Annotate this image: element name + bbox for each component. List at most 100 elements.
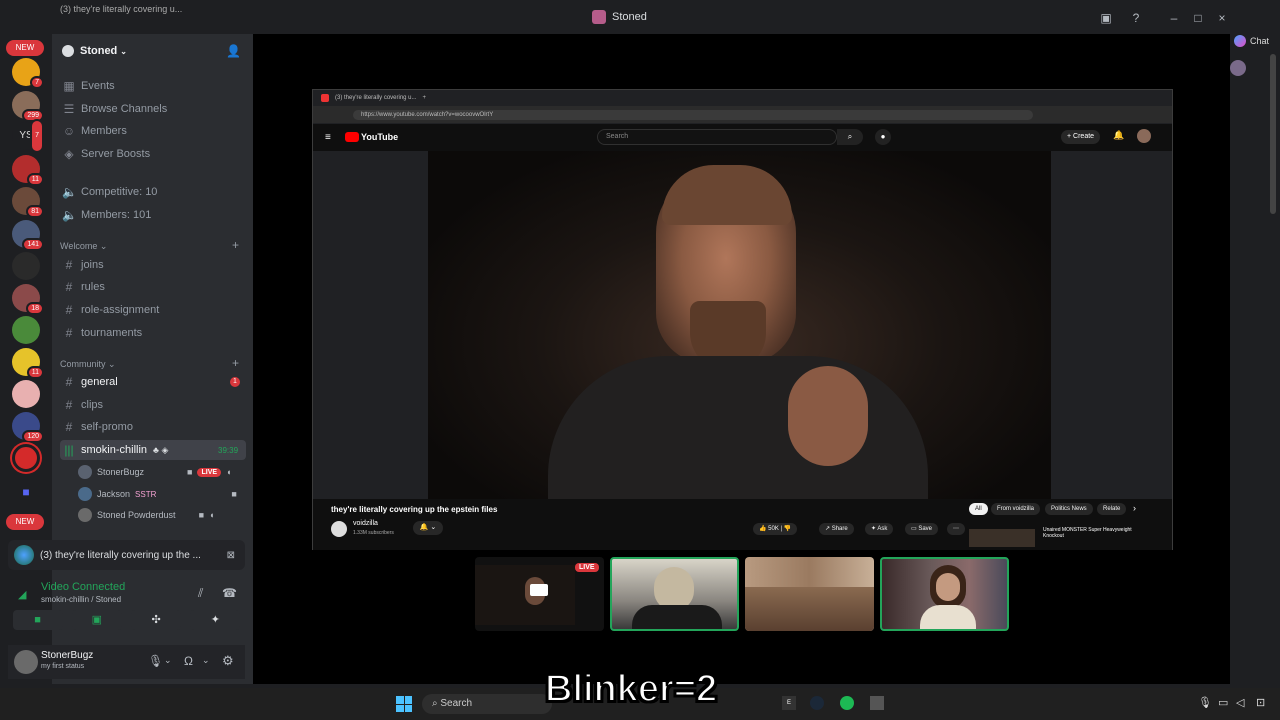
camera-icon: ■: [187, 467, 193, 477]
participant-tile[interactable]: [610, 557, 739, 631]
server-icon[interactable]: 18: [12, 284, 44, 315]
help-icon[interactable]: ?: [1128, 10, 1144, 26]
channel-joins[interactable]: # joins: [60, 255, 246, 275]
chevron-down-icon[interactable]: ⌄: [164, 655, 172, 666]
channel-tournaments[interactable]: # tournaments: [60, 323, 246, 343]
channel-name: voidzilla: [353, 520, 378, 527]
voice-status[interactable]: Video Connected: [41, 581, 125, 593]
minimize-button[interactable]: –: [1166, 10, 1182, 26]
custom-status[interactable]: my first status: [41, 663, 84, 670]
avatar[interactable]: [14, 650, 38, 674]
monitor-icon[interactable]: ▭: [1218, 696, 1228, 709]
server-icon[interactable]: [12, 252, 40, 280]
chevron-down-icon: ⌄: [120, 46, 127, 56]
soundboard-button[interactable]: ✦: [190, 610, 241, 630]
category-welcome[interactable]: Welcome ⌄: [60, 241, 107, 252]
spotify-icon[interactable]: [840, 696, 854, 710]
voice-user-stonerbugz[interactable]: StonerBugz ■ LIVE ◖: [78, 463, 231, 481]
channel-role-assignment[interactable]: # role-assignment: [60, 300, 246, 320]
overlay-caption: Blinker=2: [544, 667, 718, 711]
stat-channel-competitive[interactable]: 🔈 Competitive: 10: [60, 182, 246, 202]
voice-active-icon: |||: [64, 443, 74, 457]
chat-button[interactable]: Chat: [1234, 34, 1280, 48]
folder-icon[interactable]: ■: [12, 478, 40, 506]
voice-actions: ■ ▣ ✣ ✦: [8, 610, 245, 632]
username[interactable]: StonerBugz: [41, 650, 93, 661]
voice-location[interactable]: smokin-chillin / Stoned: [41, 595, 121, 604]
server-icon[interactable]: [12, 316, 40, 344]
related-video-title: Unaired MONSTER Super Heavyweight Knocko…: [1043, 527, 1132, 539]
add-channel-icon[interactable]: +: [232, 238, 239, 252]
server-icon[interactable]: 11: [12, 155, 44, 186]
inbox-icon[interactable]: ▣: [1098, 10, 1114, 26]
speaker-icon[interactable]: ◁: [1236, 696, 1244, 709]
screen-share-button[interactable]: ▣: [71, 610, 122, 630]
start-icon[interactable]: [396, 696, 412, 712]
category-community[interactable]: Community ⌄: [60, 359, 116, 370]
participant-background: [745, 587, 874, 631]
maximize-button[interactable]: □: [1190, 10, 1206, 26]
server-icon[interactable]: 7: [12, 58, 44, 89]
activities-button[interactable]: ✣: [131, 610, 182, 630]
mic-icon[interactable]: 🎙: [1198, 696, 1212, 709]
video-title: they're literally covering up the epstei…: [331, 505, 498, 514]
close-button[interactable]: ×: [1214, 10, 1230, 26]
disconnect-icon[interactable]: ☎: [222, 586, 237, 600]
channel-clips[interactable]: # clips: [60, 395, 246, 415]
live-badge: LIVE: [575, 563, 599, 572]
stat-channel-members[interactable]: 🔈 Members: 101: [60, 205, 246, 225]
close-activity-icon[interactable]: ⊠: [227, 550, 235, 561]
chevron-down-icon[interactable]: ⌄: [202, 655, 210, 666]
members-icon: ☺: [62, 124, 76, 138]
epic-icon[interactable]: E: [782, 696, 796, 710]
server-icon[interactable]: 120: [12, 412, 44, 443]
scrollbar[interactable]: [1270, 54, 1276, 214]
mic-icon[interactable]: 🎙: [148, 654, 163, 668]
invite-icon[interactable]: 👤: [226, 44, 241, 58]
channel-general[interactable]: # general 1: [60, 372, 246, 392]
steam-icon[interactable]: [810, 696, 824, 710]
camera-button[interactable]: ■: [12, 610, 63, 630]
server-icon[interactable]: [12, 444, 40, 472]
sidebar-item-browse-channels[interactable]: ☰ Browse Channels: [60, 99, 246, 119]
participant-body: [632, 605, 722, 629]
server-icon[interactable]: 141: [12, 220, 44, 251]
sidebar-item-events[interactable]: ▦ Events: [60, 76, 246, 96]
network-icon[interactable]: ⊡: [1256, 696, 1265, 709]
server-icon[interactable]: YS 7: [12, 119, 44, 153]
server-icon[interactable]: [12, 380, 40, 408]
voice-user-stoned-powderdust[interactable]: Stoned Powderdust ■ ◖: [78, 506, 214, 524]
server-icon[interactable]: 81: [12, 187, 44, 218]
youtube-search: Search: [597, 129, 837, 145]
speaker-icon: 🔈: [62, 208, 77, 222]
server-icon[interactable]: 11: [12, 348, 44, 379]
add-channel-icon[interactable]: +: [232, 356, 239, 370]
voice-user-jackson[interactable]: Jackson SSTR ■: [78, 485, 237, 503]
settings-icon[interactable]: ⚙: [222, 653, 234, 669]
app-icon[interactable]: [870, 696, 884, 710]
noise-suppression-icon[interactable]: ⫽: [198, 586, 203, 601]
activity-card[interactable]: (3) they're literally covering up the ..…: [8, 540, 245, 570]
participant-tile[interactable]: [880, 557, 1009, 631]
profile-avatar[interactable]: [1230, 60, 1246, 76]
new-badge: NEW: [6, 514, 44, 530]
headphones-icon[interactable]: Ω: [184, 654, 193, 668]
window-title: Stoned: [592, 10, 647, 24]
video-player: [428, 151, 1051, 499]
guild-header[interactable]: Stoned ⌄ 👤: [52, 34, 253, 68]
sidebar-item-members[interactable]: ☺ Members: [60, 121, 246, 141]
channel-rules[interactable]: # rules: [60, 277, 246, 297]
browser-tab-title[interactable]: (3) they're literally covering u...: [60, 4, 182, 14]
create-button: + Create: [1061, 130, 1101, 144]
taskbar-search[interactable]: ⌕ Search: [422, 694, 552, 714]
sidebar-item-server-boosts[interactable]: ◈ Server Boosts: [60, 144, 246, 164]
server-icon[interactable]: 299: [12, 91, 44, 122]
chip-from-voidzilla: From voidzilla: [991, 503, 1041, 515]
voice-channel-smokin-chillin[interactable]: ||| smokin-chillin ♣ ◈ 39:39: [60, 440, 246, 460]
channel-self-promo[interactable]: # self-promo: [60, 417, 246, 437]
participant-tile[interactable]: [745, 557, 874, 631]
person-hair: [662, 165, 792, 225]
mic-icon: ●: [875, 129, 891, 145]
stream-preview-thumbnail[interactable]: LIVE: [475, 557, 604, 631]
stream-view[interactable]: (3) they're literally covering u... + ht…: [312, 89, 1173, 550]
